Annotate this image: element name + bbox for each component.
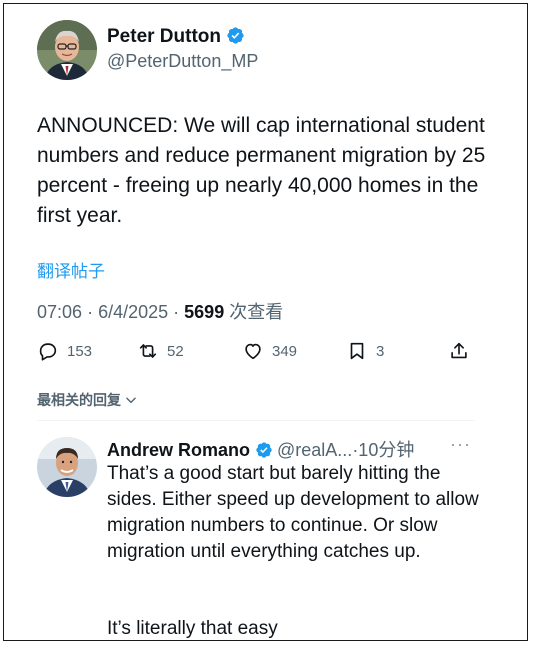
more-icon[interactable]: ··· — [450, 434, 471, 455]
bookmark-icon — [350, 342, 364, 360]
replies-sort-dropdown[interactable]: 最相关的回复 — [37, 390, 138, 410]
post-date[interactable]: 6/4/2025 — [98, 302, 168, 322]
reply-text: That’s a good start but barely hitting t… — [107, 463, 479, 562]
author-name-text: Peter Dutton — [107, 26, 221, 47]
reply-time[interactable]: ·10分钟 — [352, 440, 414, 460]
bookmark-count: 3 — [376, 342, 385, 360]
reply-avatar[interactable] — [37, 437, 97, 497]
views-count: 5699 — [184, 302, 225, 322]
share-button[interactable] — [448, 340, 470, 362]
post-text: ANNOUNCED: We will cap international stu… — [37, 114, 486, 227]
reply-icon — [39, 343, 57, 361]
reply-count: 153 — [67, 342, 93, 360]
repost-icon — [139, 344, 157, 358]
reply-author-name[interactable]: Andrew Romano — [107, 440, 250, 460]
verified-badge-icon — [226, 26, 245, 51]
like-icon — [245, 343, 261, 360]
repost-button[interactable]: 52 — [137, 340, 184, 362]
tweet-screenshot: Peter Dutton @PeterDutton_MP ANNOUNCED: … — [3, 3, 528, 641]
reply-button[interactable]: 153 — [37, 340, 92, 362]
like-button[interactable]: 349 — [242, 340, 297, 362]
post-actions: 153 52 349 3 — [37, 340, 477, 366]
share-icon — [451, 342, 467, 359]
avatar[interactable] — [37, 20, 97, 80]
post-time[interactable]: 07:06 — [37, 302, 82, 322]
post-meta: 07:06 · 6/4/2025 · 5699 次查看 — [37, 298, 283, 324]
chevron-down-icon — [126, 397, 136, 404]
bookmark-button[interactable]: 3 — [346, 340, 384, 362]
author-name[interactable]: Peter Dutton — [107, 26, 245, 51]
meta-separator: · — [87, 302, 99, 322]
reply-text-2: It’s literally that easy — [107, 618, 278, 639]
meta-separator: · — [173, 302, 185, 322]
repost-count: 52 — [167, 342, 184, 360]
views-label: 次查看 — [229, 302, 284, 322]
divider — [37, 420, 475, 421]
replies-sort-label: 最相关的回复 — [37, 392, 121, 408]
like-count: 349 — [272, 342, 298, 360]
reply-header: Andrew Romano @realA...·10分钟 — [107, 436, 414, 464]
translate-post-link[interactable]: 翻译帖子 — [37, 257, 105, 282]
reply-author-handle[interactable]: @realA... — [277, 440, 352, 460]
author-handle[interactable]: @PeterDutton_MP — [107, 51, 258, 72]
